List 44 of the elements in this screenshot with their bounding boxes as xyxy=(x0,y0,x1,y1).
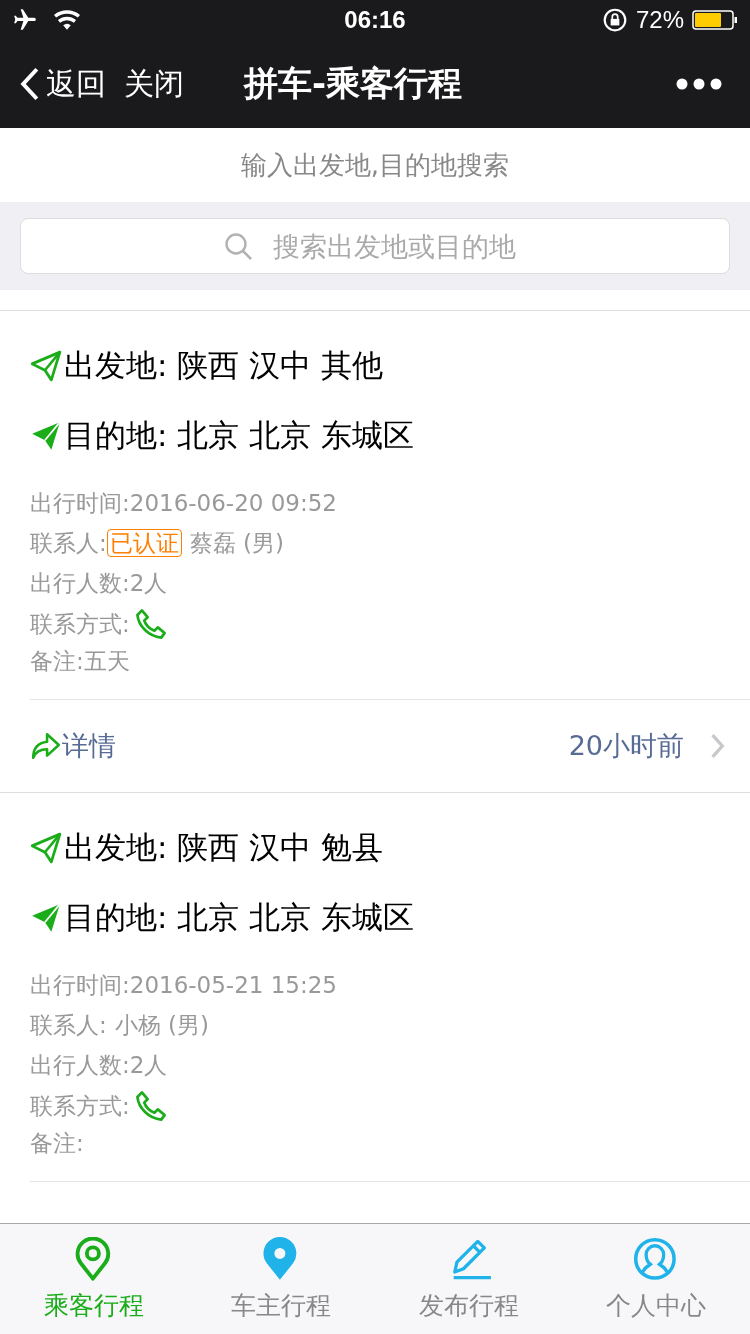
contact-name: 小杨 (男) xyxy=(114,1010,209,1040)
destination-text: 目的地: 北京 北京 东城区 xyxy=(64,416,414,455)
tab-item[interactable]: 车主行程 xyxy=(187,1224,375,1334)
phone-icon[interactable] xyxy=(133,1089,168,1123)
share-arrow-icon xyxy=(30,730,62,762)
paper-plane-icon xyxy=(30,420,62,452)
contact-name: 蔡磊 (男) xyxy=(189,528,284,558)
battery-percent: 72% xyxy=(635,6,684,34)
back-button[interactable]: 返回 xyxy=(20,63,106,105)
phone-icon[interactable] xyxy=(133,607,168,641)
departure-time: 出行时间:2016-05-21 15:25 xyxy=(30,970,338,1000)
contact-method-label: 联系方式: xyxy=(30,1091,130,1121)
battery-icon xyxy=(692,10,738,30)
departure-time: 出行时间:2016-06-20 09:52 xyxy=(30,488,338,518)
search-hint: 输入出发地,目的地搜索 xyxy=(239,148,511,182)
contact-method-label: 联系方式: xyxy=(30,609,130,639)
note-text: 备注:五天 xyxy=(30,646,131,676)
search-icon xyxy=(224,232,254,262)
airplane-icon xyxy=(12,7,38,33)
origin-text: 出发地: 陕西 汉中 其他 xyxy=(64,346,383,385)
destination-text: 目的地: 北京 北京 东城区 xyxy=(64,898,414,937)
note-text: 备注: xyxy=(30,1128,85,1158)
paper-plane-icon xyxy=(30,832,62,864)
close-button[interactable]: 关闭 xyxy=(124,63,184,105)
paper-plane-icon xyxy=(30,350,62,382)
clock-time: 06:16 xyxy=(344,6,406,34)
verified-badge: 已认证 xyxy=(106,529,182,557)
passenger-count: 出行人数:2人 xyxy=(30,1050,169,1080)
chevron-right-icon[interactable] xyxy=(710,733,726,759)
more-icon[interactable] xyxy=(676,78,722,90)
paper-plane-icon xyxy=(30,902,62,934)
tab-item[interactable]: 乘客行程 xyxy=(0,1224,188,1334)
origin-text: 出发地: 陕西 汉中 勉县 xyxy=(64,828,383,867)
contact-label: 联系人: xyxy=(30,528,107,558)
rotation-lock-icon xyxy=(601,7,628,33)
search-field[interactable]: 搜索出发地或目的地 xyxy=(20,218,730,274)
tab-item[interactable]: 发布行程 xyxy=(375,1224,563,1334)
page-title: 拼车-乘客行程 xyxy=(244,62,464,105)
back-chevron-icon xyxy=(20,67,40,101)
contact-label: 联系人: xyxy=(30,1010,107,1040)
passenger-count: 出行人数:2人 xyxy=(30,568,169,598)
tab-item[interactable]: 个人中心 xyxy=(562,1224,750,1334)
details-link[interactable]: 详情 xyxy=(30,728,116,764)
time-ago: 20小时前 xyxy=(568,729,684,763)
